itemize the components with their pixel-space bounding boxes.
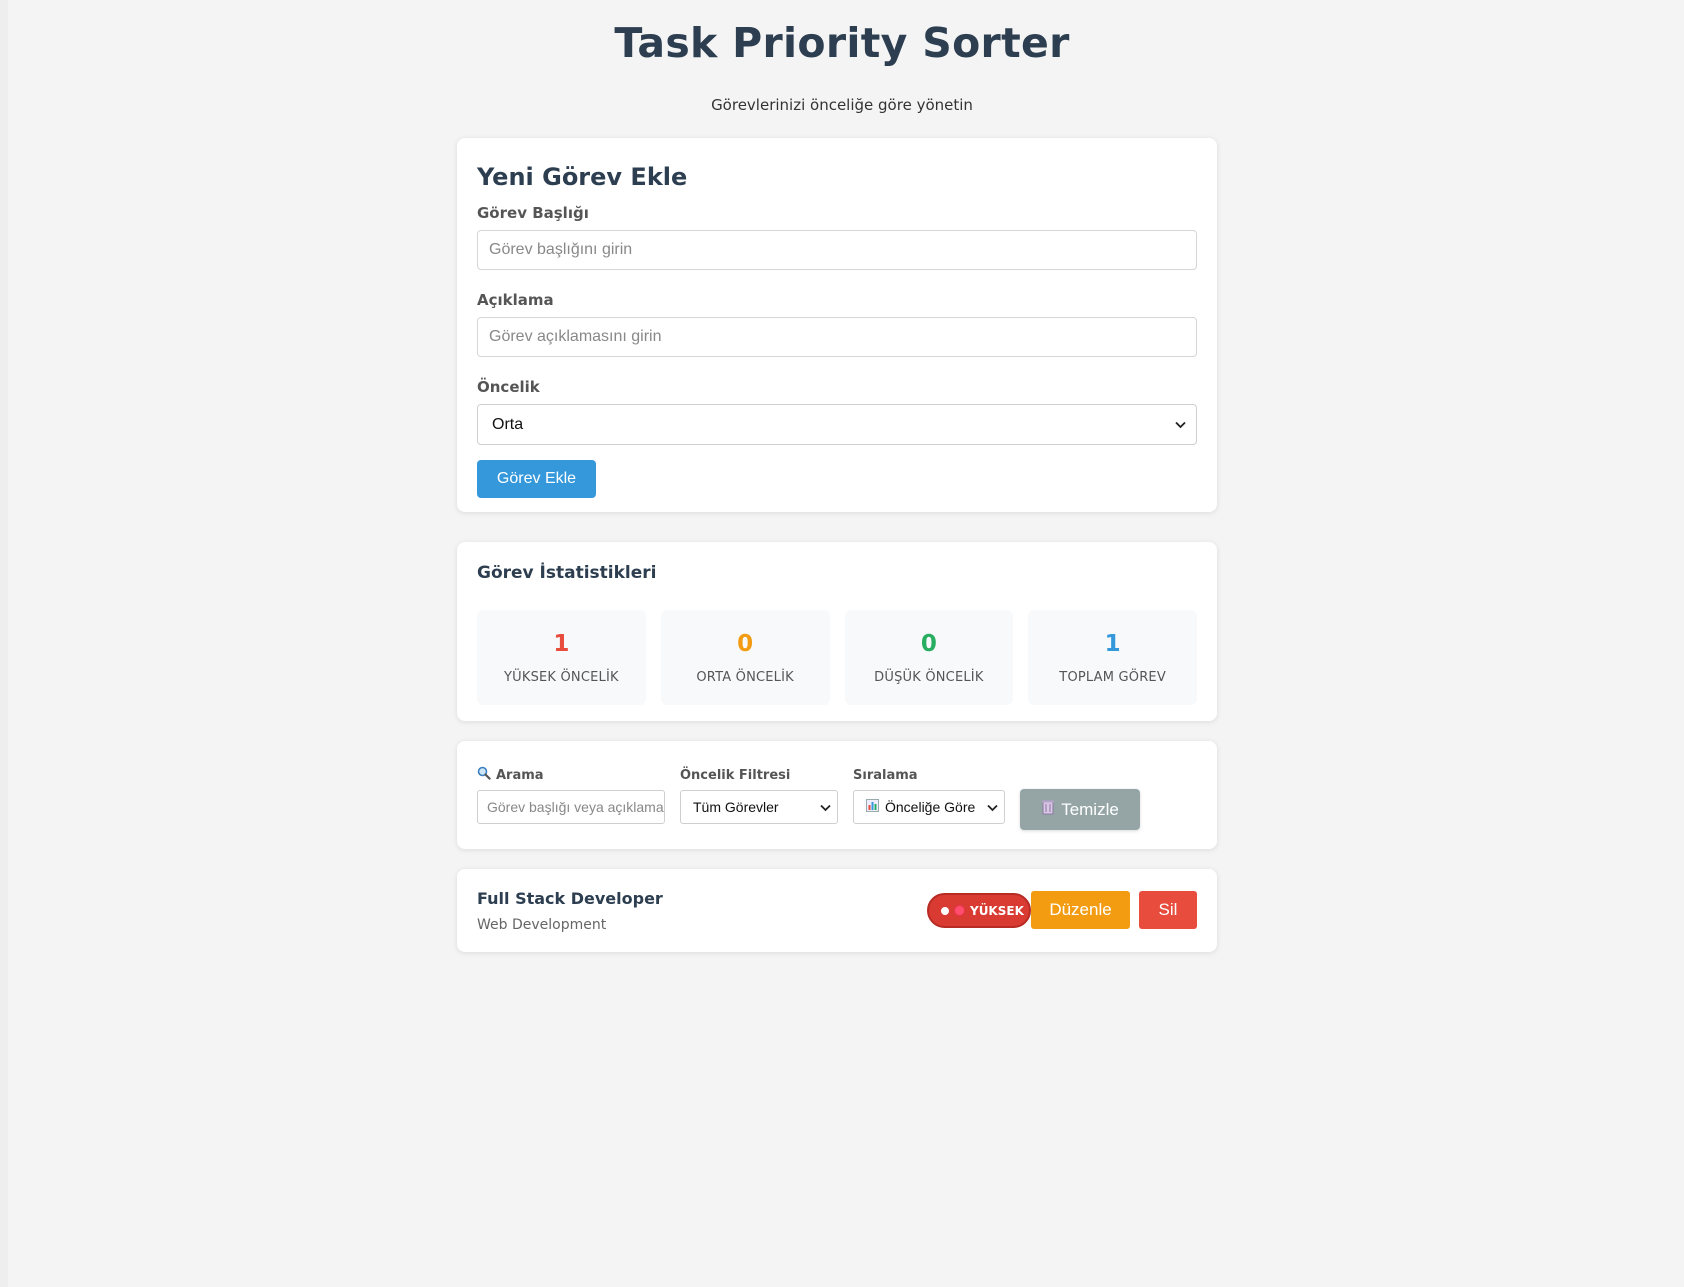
stat-label: TOPLAM GÖREV xyxy=(1059,670,1166,685)
priority-badge: YÜKSEK xyxy=(927,893,1031,928)
stat-value: 1 xyxy=(553,631,570,657)
sort-select[interactable]: Önceliğe Göre xyxy=(853,790,1005,824)
stat-label: YÜKSEK ÖNCELİK xyxy=(503,670,619,685)
search-group: Arama Görev başlığı veya açıklama xyxy=(477,766,665,824)
task-description: Web Development xyxy=(477,917,607,933)
sort-group: Sıralama Önceliğe Göre xyxy=(853,767,1005,824)
stat-value: 0 xyxy=(737,631,754,657)
priority-filter-value: Tüm Görevler xyxy=(693,799,779,815)
task-description-placeholder: Görev açıklamasını girin xyxy=(489,328,662,345)
chevron-down-icon xyxy=(987,799,998,815)
dot-icon xyxy=(941,906,949,915)
red-circle-icon xyxy=(955,906,964,915)
add-task-button[interactable]: Görev Ekle xyxy=(477,460,596,498)
search-label-row: Arama xyxy=(477,766,665,784)
page-subtitle: Görevlerinizi önceliğe göre yönetin xyxy=(711,96,973,114)
search-icon xyxy=(477,766,491,784)
stat-low-priority: 0 DÜŞÜK ÖNCELİK xyxy=(844,610,1014,705)
bar-chart-icon xyxy=(866,799,879,815)
priority-select-value: Orta xyxy=(492,415,524,433)
edit-task-button[interactable]: Düzenle xyxy=(1031,891,1130,929)
priority-select[interactable]: Orta xyxy=(477,404,1197,445)
task-item: Full Stack Developer Web Development YÜK… xyxy=(457,869,1217,952)
stat-label: ORTA ÖNCELİK xyxy=(696,670,794,685)
stats-heading: Görev İstatistikleri xyxy=(477,563,657,583)
stat-value: 0 xyxy=(920,631,937,657)
priority-filter-label: Öncelik Filtresi xyxy=(680,767,791,783)
stat-total-tasks: 1 TOPLAM GÖREV xyxy=(1028,610,1197,705)
stats-row: 1 YÜKSEK ÖNCELİK 0 ORTA ÖNCELİK 0 DÜŞÜK … xyxy=(477,610,1197,705)
task-description-input[interactable]: Görev açıklamasını girin xyxy=(477,317,1197,357)
search-input[interactable]: Görev başlığı veya açıklama xyxy=(477,790,665,824)
priority-label: Öncelik xyxy=(477,378,540,396)
stat-medium-priority: 0 ORTA ÖNCELİK xyxy=(660,610,830,705)
sort-label: Sıralama xyxy=(853,767,918,783)
add-task-heading: Yeni Görev Ekle xyxy=(477,163,688,191)
page-header: Task Priority Sorter Görevlerinizi öncel… xyxy=(0,0,1684,114)
task-title-label: Görev Başlığı xyxy=(477,204,589,222)
search-placeholder: Görev başlığı veya açıklama xyxy=(487,799,664,815)
delete-task-button[interactable]: Sil xyxy=(1139,891,1197,929)
stat-high-priority: 1 YÜKSEK ÖNCELİK xyxy=(477,610,646,705)
stat-value: 1 xyxy=(1104,631,1121,657)
stats-card: Görev İstatistikleri 1 YÜKSEK ÖNCELİK 0 … xyxy=(457,542,1217,721)
page-edge xyxy=(0,0,8,1287)
chevron-down-icon xyxy=(1175,418,1186,432)
task-title: Full Stack Developer xyxy=(477,889,663,908)
chevron-down-icon xyxy=(820,799,831,815)
priority-filter-group: Öncelik Filtresi Tüm Görevler xyxy=(680,767,838,824)
priority-badge-label: YÜKSEK xyxy=(970,903,1024,918)
clear-filters-label: Temizle xyxy=(1061,799,1119,819)
stat-label: DÜŞÜK ÖNCELİK xyxy=(874,670,984,685)
task-title-input[interactable]: Görev başlığını girin xyxy=(477,230,1197,270)
clear-filters-button[interactable]: Temizle xyxy=(1020,789,1140,830)
sort-value: Önceliğe Göre xyxy=(885,799,976,815)
add-task-card: Yeni Görev Ekle Görev Başlığı Görev başl… xyxy=(457,138,1217,512)
task-description-label: Açıklama xyxy=(477,291,554,309)
trash-icon xyxy=(1041,799,1055,820)
task-title-placeholder: Görev başlığını girin xyxy=(489,241,633,258)
priority-filter-select[interactable]: Tüm Görevler xyxy=(680,790,838,824)
filter-card: Arama Görev başlığı veya açıklama Önceli… xyxy=(457,741,1217,849)
search-label: Arama xyxy=(496,767,544,783)
page-title: Task Priority Sorter xyxy=(614,19,1070,67)
sort-value-wrap: Önceliğe Göre xyxy=(866,799,975,815)
